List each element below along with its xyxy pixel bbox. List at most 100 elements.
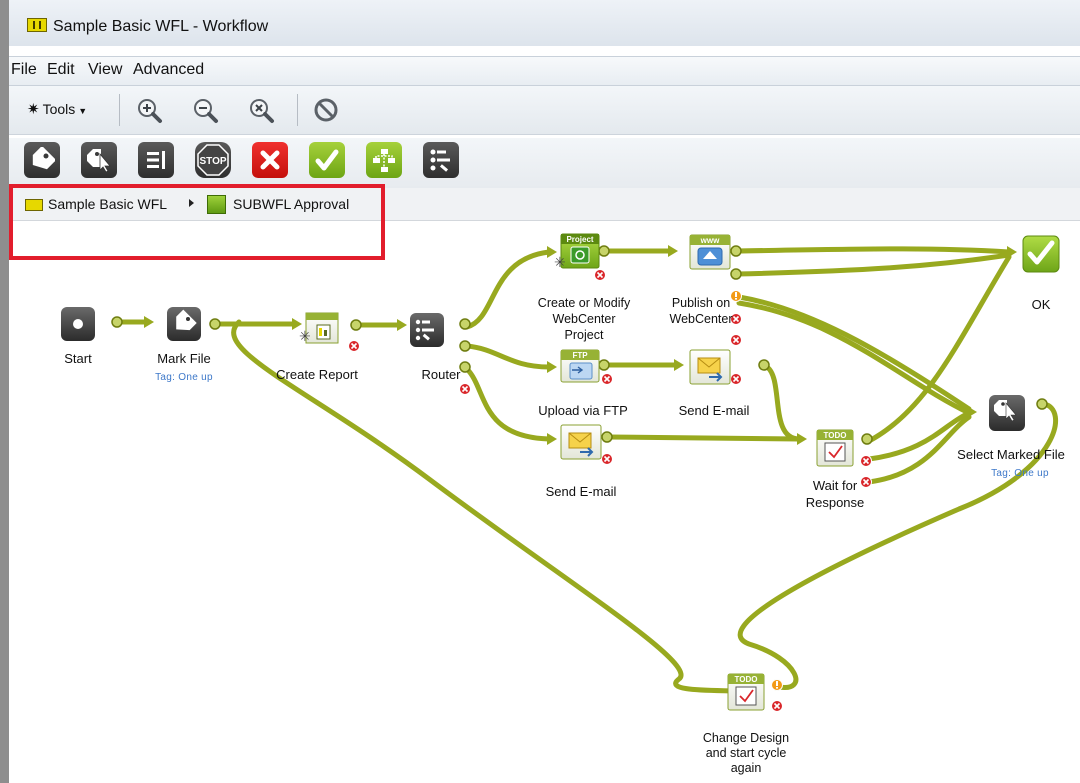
arrow-icon — [144, 316, 154, 328]
list-button[interactable] — [138, 142, 174, 178]
error-icon[interactable] — [459, 383, 471, 395]
asterisk-icon: ✳ — [299, 328, 311, 344]
arrow-icon — [797, 433, 807, 445]
router-label: Router — [421, 367, 461, 382]
ok-button[interactable] — [309, 142, 345, 178]
output-port[interactable] — [861, 433, 873, 445]
ftp-label: Upload via FTP — [538, 403, 628, 418]
select-marked-tag: Tag: One up — [991, 468, 1049, 479]
output-port[interactable] — [730, 268, 742, 280]
change-label-2: and start cycle — [706, 746, 787, 760]
router-node[interactable]: Router — [410, 313, 461, 382]
stop-icon: STOP — [197, 144, 229, 176]
connector — [464, 343, 552, 370]
arrow-icon — [1007, 246, 1017, 258]
select-marked-button[interactable] — [81, 142, 117, 178]
arrow-icon — [397, 319, 407, 331]
project-badge: Project — [566, 235, 593, 244]
change-label-1: Change Design — [703, 731, 789, 745]
output-port[interactable] — [1036, 398, 1048, 410]
menu-view[interactable]: View — [88, 61, 122, 79]
zoom-in-icon[interactable] — [135, 96, 163, 124]
output-port[interactable] — [209, 318, 221, 330]
zoom-out-icon[interactable] — [191, 96, 219, 124]
stop-button[interactable]: STOP — [195, 142, 231, 178]
connector — [736, 300, 972, 416]
error-icon[interactable] — [860, 455, 872, 467]
error-icon[interactable] — [730, 334, 742, 346]
output-port[interactable] — [459, 361, 471, 373]
gear-icon: ✷ — [27, 101, 40, 118]
error-icon[interactable] — [594, 269, 606, 281]
error-icon[interactable] — [601, 373, 613, 385]
output-port[interactable] — [111, 316, 123, 328]
output-port[interactable] — [598, 245, 610, 257]
menu-edit[interactable]: Edit — [47, 61, 75, 79]
warning-icon[interactable] — [771, 679, 783, 691]
error-icon[interactable] — [601, 453, 613, 465]
output-port[interactable] — [730, 245, 742, 257]
connector — [734, 252, 1012, 277]
connector — [734, 246, 1012, 255]
window-title: Sample Basic WFL - Workflow — [53, 18, 269, 35]
wait-response-node[interactable]: TODO Wait for Response — [806, 429, 865, 510]
create-project-label-1: Create or Modify — [538, 296, 631, 310]
subworkflow-icon — [373, 149, 395, 172]
toolbar-separator — [297, 94, 298, 126]
menu-bar: File Edit View Advanced — [9, 56, 1080, 86]
menu-file[interactable]: File — [11, 61, 37, 79]
arrow-icon — [967, 406, 977, 418]
tools-menu-button[interactable]: ✷ Tools ▼ — [27, 100, 87, 118]
arrow-icon — [547, 433, 557, 445]
mark-file-tag: Tag: One up — [155, 372, 213, 383]
connector — [866, 254, 1012, 444]
error-icon[interactable] — [771, 700, 783, 712]
zoom-reset-icon[interactable] — [247, 96, 275, 124]
wait-label-2: Response — [806, 495, 865, 510]
ok-label: OK — [1032, 297, 1051, 312]
abort-button[interactable] — [252, 142, 288, 178]
view-toolbar: ✷ Tools ▼ — [9, 86, 1080, 135]
output-port[interactable] — [601, 431, 613, 443]
ok-node[interactable]: OK — [1022, 235, 1060, 312]
todo-badge: TODO — [824, 431, 847, 440]
warning-icon[interactable] — [730, 290, 742, 302]
menu-advanced[interactable]: Advanced — [133, 61, 204, 79]
send-email-top-label: Send E-mail — [679, 403, 750, 418]
workflow-app-icon — [27, 18, 47, 32]
workflow-canvas: Start Mark File Tag: One up ✳ Create Rep… — [61, 233, 1065, 775]
connector — [866, 414, 972, 485]
node-toolbar: STOP — [9, 138, 1080, 188]
tag-icon — [32, 147, 55, 170]
report-icon — [316, 324, 331, 340]
output-port[interactable] — [598, 359, 610, 371]
output-port[interactable] — [459, 318, 471, 330]
select-marked-label: Select Marked File — [957, 447, 1065, 462]
mark-file-button[interactable] — [24, 142, 60, 178]
todo-badge: TODO — [735, 675, 758, 684]
output-port[interactable] — [459, 340, 471, 352]
subworkflow-button[interactable] — [366, 142, 402, 178]
output-port[interactable] — [350, 319, 362, 331]
connector — [464, 249, 552, 330]
checkmark-icon — [315, 149, 339, 171]
change-label-3: again — [731, 761, 762, 775]
error-icon[interactable] — [730, 373, 742, 385]
create-project-label-2: WebCenter — [553, 312, 616, 326]
start-label: Start — [64, 351, 92, 366]
workflow-window: Sample Basic WFL - Workflow File Edit Vi… — [9, 0, 1080, 783]
error-icon[interactable] — [860, 476, 872, 488]
asterisk-icon: ✳ — [554, 254, 566, 270]
cancel-icon[interactable] — [312, 96, 340, 124]
router-icon — [430, 149, 450, 172]
arrow-icon — [674, 359, 684, 371]
arrow-icon — [668, 245, 678, 257]
output-port[interactable] — [758, 359, 770, 371]
stop-label: STOP — [199, 156, 226, 167]
error-icon[interactable] — [348, 340, 360, 352]
mark-file-node[interactable]: Mark File Tag: One up — [155, 307, 213, 383]
publish-node[interactable]: www Publish on WebCenter — [670, 234, 733, 326]
start-node[interactable]: Start — [61, 307, 95, 366]
ftp-node[interactable]: FTP Upload via FTP — [538, 349, 628, 418]
router-button[interactable] — [423, 142, 459, 178]
